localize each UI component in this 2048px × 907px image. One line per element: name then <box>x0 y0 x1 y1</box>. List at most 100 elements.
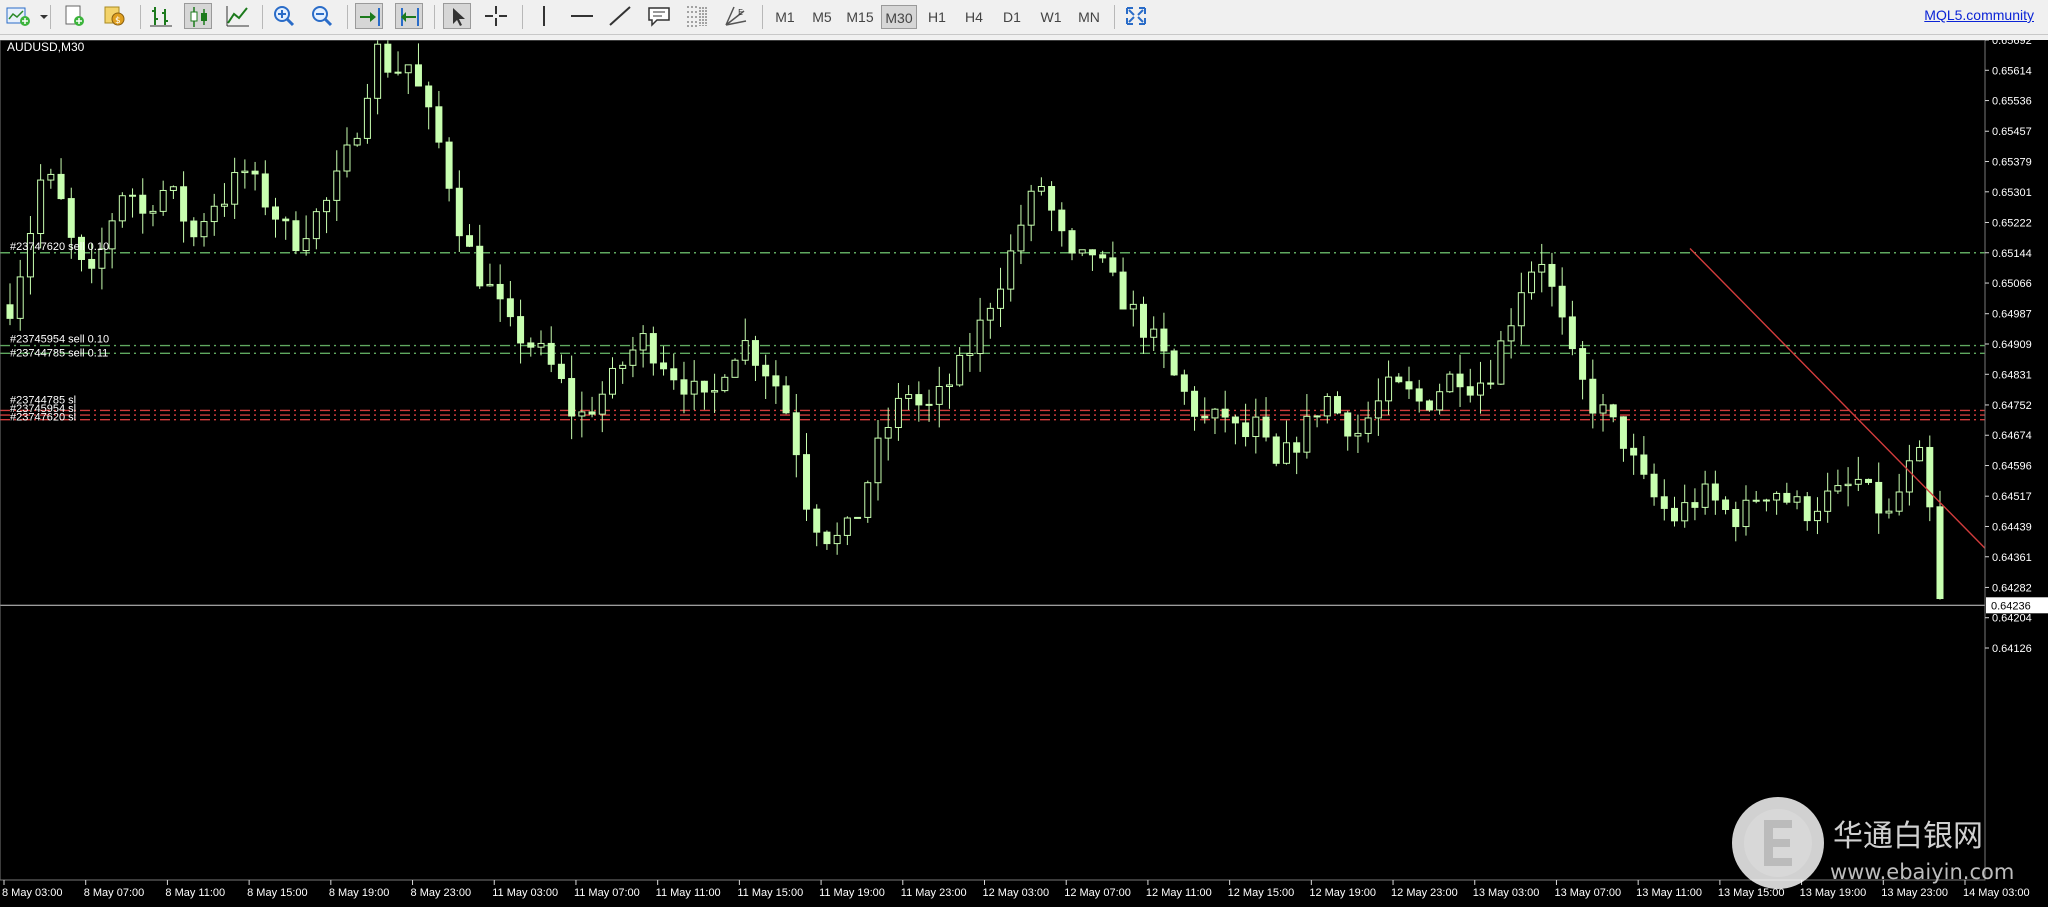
candle-body <box>568 378 576 417</box>
gann-icon[interactable]: E <box>722 3 750 29</box>
timeframe-h1[interactable]: H1 <box>920 5 954 29</box>
candle-body <box>1099 254 1107 259</box>
candle-body <box>231 172 239 205</box>
candle-body <box>1252 416 1260 438</box>
candle-body <box>1813 510 1821 522</box>
candle-body <box>997 288 1005 309</box>
candle-body <box>741 340 749 361</box>
candle-body <box>1640 454 1648 475</box>
candle-body <box>649 333 657 364</box>
candle-body <box>1395 376 1403 383</box>
crosshair-icon[interactable] <box>482 3 510 29</box>
candle-body <box>1446 373 1454 393</box>
fibonacci-icon[interactable] <box>683 3 711 29</box>
candle-body <box>660 362 668 370</box>
price-tick-label: 0.65614 <box>1992 65 2032 77</box>
candle-body <box>1354 432 1362 437</box>
candle-body <box>1466 386 1474 396</box>
mql5-community-link[interactable]: MQL5.community <box>1924 7 2034 23</box>
order-level-label: #23744785 sell 0.11 <box>10 347 108 359</box>
candle-body <box>1262 416 1270 438</box>
timeframe-m1[interactable]: M1 <box>768 5 802 29</box>
candle-body <box>1732 508 1740 528</box>
candle-body <box>425 85 433 108</box>
candle-body <box>1160 328 1168 352</box>
candle-body <box>1170 350 1178 376</box>
candle-body <box>1844 483 1852 487</box>
horizontal-line-icon[interactable] <box>568 3 596 29</box>
chart-canvas[interactable]: 0.64236 0.65692 0.65614 0.65536 0.65457 0.65… <box>0 40 2048 907</box>
candle-body <box>261 173 269 208</box>
candle-body <box>108 220 116 250</box>
candle-body <box>251 170 259 175</box>
candle-body <box>670 368 678 381</box>
price-tick-label: 0.65066 <box>1992 278 2032 290</box>
chart-title: AUDUSD,M30 <box>7 40 85 54</box>
candle-body <box>547 342 555 365</box>
candle-body <box>1405 381 1413 390</box>
candle-body <box>711 390 719 393</box>
candle-body <box>700 380 708 393</box>
candle-body <box>118 195 126 222</box>
profiles-dropdown-icon[interactable] <box>30 3 48 29</box>
candle-body <box>966 353 974 356</box>
timeframe-d1[interactable]: D1 <box>995 5 1029 29</box>
time-tick-label: 11 May 07:00 <box>574 887 640 899</box>
timeframe-m5[interactable]: M5 <box>805 5 839 29</box>
candle-body <box>496 283 504 300</box>
price-tick-label: 0.64596 <box>1992 461 2032 473</box>
candle-body <box>506 298 514 318</box>
candle-body <box>333 170 341 201</box>
candle-body <box>956 354 964 386</box>
candle-body <box>1752 499 1760 502</box>
candle-body <box>57 173 65 200</box>
fullscreen-icon[interactable] <box>1122 3 1150 29</box>
order-level-label: #23747620 sl <box>10 412 76 424</box>
chart-window[interactable]: 0.64236 0.65692 0.65614 0.65536 0.65457 0.65… <box>0 40 2048 907</box>
candle-body <box>1027 190 1035 226</box>
price-tick-label: 0.64987 <box>1992 309 2032 321</box>
candlestick-chart-icon[interactable] <box>184 3 212 29</box>
candle-body <box>1834 485 1842 492</box>
cursor-icon[interactable] <box>443 3 471 29</box>
candle-body <box>1385 376 1393 402</box>
bar-chart-icon[interactable] <box>147 3 175 29</box>
candle-body <box>1660 496 1668 509</box>
zoom-out-icon[interactable] <box>308 3 336 29</box>
line-chart-icon[interactable] <box>224 3 252 29</box>
market-watch-icon[interactable]: $ <box>100 3 128 29</box>
vertical-line-icon[interactable] <box>530 3 558 29</box>
price-tick-label: 0.64517 <box>1992 491 2032 503</box>
new-order-icon[interactable] <box>60 3 88 29</box>
candle-body <box>1191 390 1199 417</box>
time-tick-label: 8 May 11:00 <box>165 887 225 899</box>
trendline-icon[interactable] <box>606 3 634 29</box>
text-label-icon[interactable] <box>645 3 673 29</box>
candle-body <box>37 179 45 235</box>
timeframe-m15[interactable]: M15 <box>842 5 878 29</box>
auto-scroll-icon[interactable] <box>355 3 383 29</box>
toolbar: $ E M1 M5 M15 M30 H1 H4 D1 W1 MN MQL5.co… <box>0 0 2048 35</box>
trendline <box>1689 247 1986 549</box>
candle-body <box>1007 250 1015 290</box>
candle-body <box>1282 442 1290 464</box>
candle-body <box>619 364 627 369</box>
candle-body <box>1017 224 1025 252</box>
candle-body <box>1548 263 1556 287</box>
new-chart-icon[interactable] <box>4 3 32 29</box>
candle-body <box>1609 404 1617 418</box>
timeframe-m30[interactable]: M30 <box>881 5 917 29</box>
order-level-label: #23745954 sell 0.10 <box>10 334 109 346</box>
toolbar-separator <box>434 5 435 29</box>
candle-body <box>445 141 453 189</box>
candle-body <box>292 220 300 252</box>
zoom-in-icon[interactable] <box>270 3 298 29</box>
timeframe-w1[interactable]: W1 <box>1034 5 1068 29</box>
candle-body <box>731 359 739 378</box>
timeframe-mn[interactable]: MN <box>1072 5 1106 29</box>
candle-body <box>976 319 984 355</box>
chart-shift-icon[interactable] <box>395 3 423 29</box>
candle-body <box>986 307 994 321</box>
timeframe-h4[interactable]: H4 <box>957 5 991 29</box>
candle-body <box>1650 473 1658 498</box>
